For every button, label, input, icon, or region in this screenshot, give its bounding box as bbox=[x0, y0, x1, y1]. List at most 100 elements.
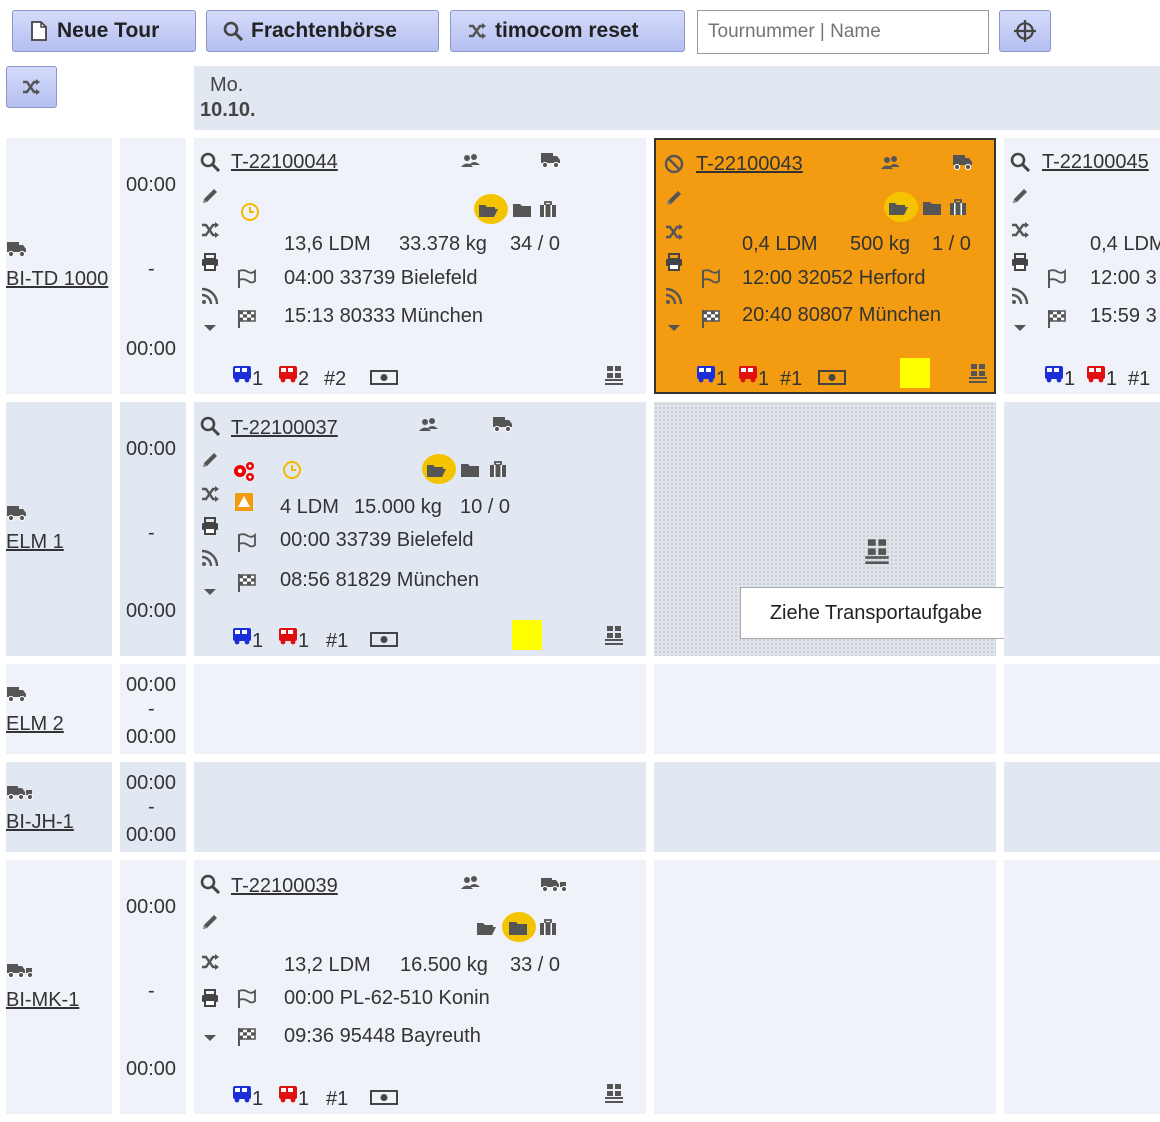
locate-button[interactable] bbox=[999, 10, 1051, 52]
tour-card-selected[interactable]: T-22100043 0,4 LDM 500 kg 1 / 0 12:00 32… bbox=[654, 138, 996, 394]
bus-red-icon bbox=[279, 1086, 297, 1103]
pencil-icon[interactable] bbox=[200, 450, 220, 470]
print-icon[interactable] bbox=[1010, 252, 1030, 272]
ban-icon[interactable] bbox=[664, 154, 684, 174]
briefcase-icon[interactable] bbox=[538, 200, 560, 220]
briefcase-icon[interactable] bbox=[488, 460, 510, 480]
search-icon[interactable] bbox=[200, 152, 220, 172]
tour-card[interactable]: T-22100044 13,6 LDM 33.378 kg 34 / 0 04:… bbox=[194, 138, 646, 394]
shuffle-button[interactable] bbox=[6, 66, 57, 108]
vehicle-name[interactable]: ELM 1 bbox=[6, 531, 64, 554]
empty-cell[interactable] bbox=[1004, 402, 1160, 656]
new-tour-button[interactable]: Neue Tour bbox=[12, 10, 196, 52]
time-cell: 00:00 - 00:00 bbox=[120, 402, 186, 656]
folder-icon[interactable] bbox=[508, 918, 530, 938]
folder-open-icon[interactable] bbox=[426, 460, 448, 480]
truck-icon bbox=[6, 505, 27, 522]
freight-exchange-button[interactable]: Frachtenbörse bbox=[206, 10, 439, 52]
pencil-icon[interactable] bbox=[200, 912, 220, 932]
empty-cell[interactable] bbox=[654, 860, 996, 1114]
rss-icon[interactable] bbox=[200, 286, 220, 306]
empty-cell[interactable] bbox=[194, 762, 646, 852]
timocom-reset-button[interactable]: timocom reset bbox=[450, 10, 685, 52]
shuffle-icon[interactable] bbox=[200, 952, 220, 972]
folder-icon[interactable] bbox=[512, 200, 534, 220]
caret-down-icon[interactable] bbox=[664, 318, 684, 338]
end-time: 00:00 bbox=[126, 726, 177, 748]
empty-cell[interactable] bbox=[1004, 762, 1160, 852]
freight-exchange-label: Frachtenbörse bbox=[251, 19, 397, 42]
empty-cell[interactable] bbox=[654, 664, 996, 754]
timocom-reset-label: timocom reset bbox=[495, 19, 639, 42]
start-time: 00:00 bbox=[126, 174, 177, 196]
truck-icon bbox=[952, 154, 973, 171]
rss-icon[interactable] bbox=[200, 548, 220, 568]
new-tour-label: Neue Tour bbox=[57, 19, 160, 42]
empty-cell[interactable] bbox=[1004, 664, 1160, 754]
pallet-icon[interactable] bbox=[604, 1082, 624, 1104]
money-icon bbox=[370, 370, 398, 385]
tour-card[interactable]: T-22100039 13,2 LDM 16.500 kg 33 / 0 00:… bbox=[194, 860, 646, 1114]
rss-icon[interactable] bbox=[664, 286, 684, 306]
folder-icon[interactable] bbox=[922, 198, 944, 218]
empty-cell[interactable] bbox=[194, 664, 646, 754]
briefcase-icon[interactable] bbox=[538, 918, 560, 938]
folder-open-icon[interactable] bbox=[888, 198, 910, 218]
tour-card[interactable]: T-22100045 0,4 LDM 12:00 3 15:59 3 1 1 #… bbox=[1004, 138, 1160, 394]
search-icon[interactable] bbox=[1010, 152, 1030, 172]
rss-icon[interactable] bbox=[1010, 286, 1030, 306]
time-separator: - bbox=[148, 796, 155, 818]
time-separator: - bbox=[148, 258, 155, 280]
folder-open-icon[interactable] bbox=[478, 200, 500, 220]
pencil-icon[interactable] bbox=[200, 186, 220, 206]
empty-cell[interactable] bbox=[654, 762, 996, 852]
caret-down-icon[interactable] bbox=[200, 1028, 220, 1048]
shuffle-icon[interactable] bbox=[1010, 220, 1030, 240]
tour-card[interactable]: T-22100037 4 LDM 15.000 kg 10 / 0 00:00 … bbox=[194, 402, 646, 656]
bus-blue-icon bbox=[1045, 366, 1063, 383]
bus-blue-icon bbox=[233, 628, 251, 645]
vehicle-name[interactable]: BI-MK-1 bbox=[6, 989, 79, 1012]
vehicle-cell: ELM 2 bbox=[6, 664, 112, 754]
caret-down-icon[interactable] bbox=[200, 318, 220, 338]
pencil-icon[interactable] bbox=[664, 188, 684, 208]
vehicle-name[interactable]: BI-JH-1 bbox=[6, 811, 74, 834]
vehicle-name[interactable]: BI-TD 1000 bbox=[6, 268, 108, 291]
print-icon[interactable] bbox=[200, 516, 220, 536]
search-icon[interactable] bbox=[200, 874, 220, 894]
pencil-icon[interactable] bbox=[1010, 186, 1030, 206]
tour-id[interactable]: T-22100045 bbox=[1042, 151, 1149, 174]
print-icon[interactable] bbox=[200, 252, 220, 272]
empty-cell[interactable] bbox=[1004, 860, 1160, 1114]
money-icon bbox=[370, 632, 398, 647]
count: 10 / 0 bbox=[460, 496, 511, 518]
tour-id[interactable]: T-22100039 bbox=[231, 875, 338, 898]
folder-open-icon[interactable] bbox=[476, 918, 498, 938]
tour-id[interactable]: T-22100044 bbox=[231, 151, 338, 174]
pallet-icon[interactable] bbox=[968, 362, 988, 384]
shuffle-icon[interactable] bbox=[200, 220, 220, 240]
tour-search-input[interactable] bbox=[697, 10, 989, 54]
pallet-drag-icon[interactable] bbox=[864, 536, 890, 566]
briefcase-icon[interactable] bbox=[948, 198, 970, 218]
destination: 08:56 81829 München bbox=[280, 569, 480, 591]
tour-id[interactable]: T-22100037 bbox=[231, 417, 338, 440]
tour-id[interactable]: T-22100043 bbox=[696, 153, 803, 176]
shuffle-icon[interactable] bbox=[200, 484, 220, 504]
end-time: 00:00 bbox=[126, 338, 177, 360]
print-icon[interactable] bbox=[664, 252, 684, 272]
caret-down-icon[interactable] bbox=[1010, 318, 1030, 338]
search-icon[interactable] bbox=[200, 416, 220, 436]
finish-flag-icon bbox=[238, 309, 256, 329]
shuffle-icon[interactable] bbox=[664, 222, 684, 242]
vehicle-name[interactable]: ELM 2 bbox=[6, 713, 64, 736]
search-icon bbox=[223, 21, 243, 41]
folder-icon[interactable] bbox=[460, 460, 482, 480]
pallet-icon[interactable] bbox=[604, 364, 624, 386]
print-icon[interactable] bbox=[200, 988, 220, 1008]
vehicle-cell: ELM 1 bbox=[6, 402, 112, 656]
caret-down-icon[interactable] bbox=[200, 582, 220, 602]
crosshair-icon bbox=[1014, 20, 1036, 42]
flag-icon bbox=[1048, 269, 1066, 289]
pallet-icon[interactable] bbox=[604, 624, 624, 646]
